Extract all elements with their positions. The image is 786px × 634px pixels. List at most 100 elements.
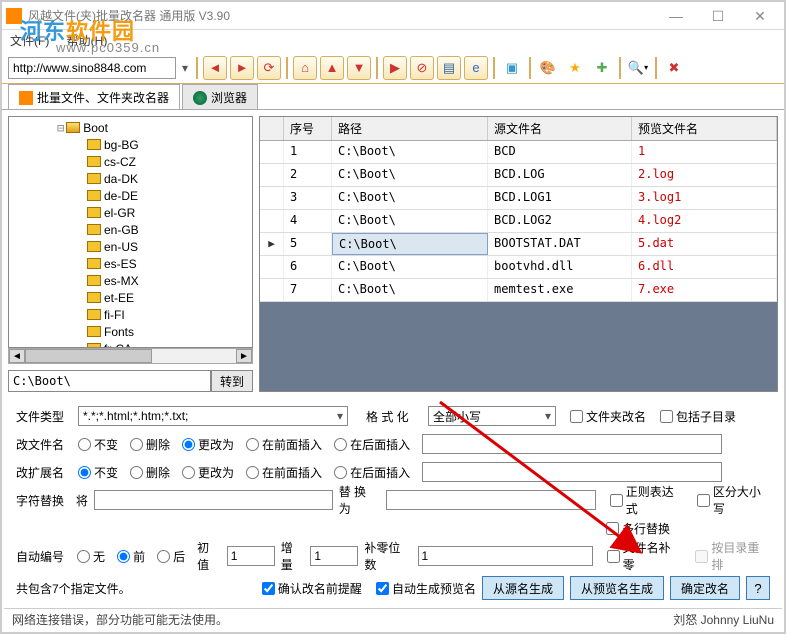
col-seq[interactable]: 序号 [284,117,332,140]
confirm-rename-button[interactable]: 确定改名 [670,576,740,600]
filetype-label: 文件类型 [16,408,72,425]
favorite-button[interactable]: ★ [563,56,587,80]
ie-button[interactable]: e [464,56,488,80]
tree-item[interactable]: da-DK [13,170,248,187]
minimize-button[interactable]: — [656,4,696,28]
rename-folder-check[interactable]: 文件夹改名 [570,408,646,425]
path-input[interactable] [8,370,211,392]
ext-del-radio[interactable]: 删除 [130,464,170,481]
down-button[interactable]: ▼ [347,56,371,80]
multiline-check[interactable]: 多行替换 [606,520,670,537]
menu-file[interactable]: 文件(F) [10,34,49,48]
back-button[interactable]: ◄ [203,56,227,80]
browse-button[interactable]: ▣ [500,56,524,80]
col-path[interactable]: 路径 [332,117,488,140]
maximize-button[interactable]: ☐ [698,4,738,28]
tabbar: 批量文件、文件夹改名器 浏览器 [2,84,784,110]
name-post-radio[interactable]: 在后面插入 [334,436,410,453]
ext-post-radio[interactable]: 在后面插入 [334,464,410,481]
up-button[interactable]: ▲ [320,56,344,80]
table-row[interactable]: 4C:\Boot\BCD.LOG24.log2 [260,210,777,233]
home-button[interactable]: ⌂ [293,56,317,80]
init-input[interactable] [227,546,275,566]
url-dropdown-icon[interactable]: ▾ [179,61,191,75]
close-button[interactable]: ✕ [740,4,780,28]
tree-item[interactable]: el-GR [13,204,248,221]
from-src-button[interactable]: 从源名生成 [482,576,564,600]
from-label: 将 [76,492,88,509]
tree-item[interactable]: es-MX [13,272,248,289]
stop-button[interactable]: ⊘ [410,56,434,80]
help-button[interactable]: ? [746,576,770,600]
tab-browser[interactable]: 浏览器 [182,84,258,109]
tree-item[interactable]: fr-CA [13,340,248,348]
col-preview[interactable]: 预览文件名 [632,117,777,140]
palette-button[interactable]: 🎨 [536,56,560,80]
ext-value-input[interactable] [422,462,722,482]
refresh-icon: ⟳ [264,60,275,76]
menubar: 文件(F) 帮助(H) [2,30,784,52]
ext-pre-radio[interactable]: 在前面插入 [246,464,322,481]
name-value-input[interactable] [422,434,722,454]
go-button[interactable]: 转到 [211,370,253,392]
table-row[interactable]: 1C:\Boot\BCD1 [260,141,777,164]
name-none-radio[interactable]: 不变 [78,436,118,453]
doc-button[interactable]: ▤ [437,56,461,80]
scroll-thumb[interactable] [25,349,152,363]
num-off-radio[interactable]: 无 [77,548,105,565]
replace-to-input[interactable] [386,490,596,510]
table-row[interactable]: 2C:\Boot\BCD.LOG2.log [260,164,777,187]
pad-label: 补零位数 [364,539,411,573]
filetype-combo[interactable]: *.*;*.html;*.htm;*.txt; [78,406,348,426]
char-replace-label: 字符替换 [16,492,70,509]
scroll-right-icon[interactable]: ► [236,349,252,363]
play-button[interactable]: ▶ [383,56,407,80]
tree-item[interactable]: en-GB [13,221,248,238]
regex-check[interactable]: 正则表达式 [610,483,683,517]
format-combo[interactable]: 全部小写 [428,406,556,426]
menu-help[interactable]: 帮助(H) [67,34,108,48]
add-fav-button[interactable]: ✚ [590,56,614,80]
scroll-left-icon[interactable]: ◄ [9,349,25,363]
table-row[interactable]: ▶5C:\Boot\BOOTSTAT.DAT5.dat [260,233,777,256]
folder-tree[interactable]: ⊟Boot bg-BGcs-CZda-DKde-DEel-GRen-GBen-U… [8,116,253,348]
tree-item[interactable]: de-DE [13,187,248,204]
num-back-radio[interactable]: 后 [157,548,185,565]
table-row[interactable]: 3C:\Boot\BCD.LOG13.log1 [260,187,777,210]
tab-rename-label: 批量文件、文件夹改名器 [37,89,169,106]
delete-button[interactable]: ✖ [662,56,686,80]
tree-item[interactable]: cs-CZ [13,153,248,170]
ext-change-radio[interactable]: 更改为 [182,464,234,481]
confirm-before-check[interactable]: 确认改名前提醒 [262,580,362,597]
ext-none-radio[interactable]: 不变 [78,464,118,481]
col-src[interactable]: 源文件名 [488,117,632,140]
tree-item[interactable]: en-US [13,238,248,255]
pad-name-check[interactable]: 文件名补零 [607,539,682,573]
name-del-radio[interactable]: 删除 [130,436,170,453]
name-change-radio[interactable]: 更改为 [182,436,234,453]
auto-preview-check[interactable]: 自动生成预览名 [376,580,476,597]
tree-root[interactable]: Boot [83,121,108,135]
num-front-radio[interactable]: 前 [117,548,145,565]
tree-item[interactable]: es-ES [13,255,248,272]
include-sub-check[interactable]: 包括子目录 [660,408,736,425]
tree-item[interactable]: bg-BG [13,136,248,153]
from-preview-button[interactable]: 从预览名生成 [570,576,664,600]
pad-input[interactable] [418,546,593,566]
tree-item[interactable]: et-EE [13,289,248,306]
table-row[interactable]: 7C:\Boot\memtest.exe7.exe [260,279,777,302]
table-row[interactable]: 6C:\Boot\bootvhd.dll6.dll [260,256,777,279]
replace-from-input[interactable] [94,490,333,510]
forward-button[interactable]: ► [230,56,254,80]
url-input[interactable] [8,57,176,79]
forward-icon: ► [236,60,249,75]
tree-item[interactable]: Fonts [13,323,248,340]
step-input[interactable] [310,546,358,566]
name-pre-radio[interactable]: 在前面插入 [246,436,322,453]
refresh-button[interactable]: ⟳ [257,56,281,80]
tree-scrollbar[interactable]: ◄ ► [8,348,253,364]
case-check[interactable]: 区分大小写 [697,483,770,517]
search-button[interactable]: 🔍▾ [626,56,650,80]
tab-rename[interactable]: 批量文件、文件夹改名器 [8,84,180,109]
tree-item[interactable]: fi-FI [13,306,248,323]
